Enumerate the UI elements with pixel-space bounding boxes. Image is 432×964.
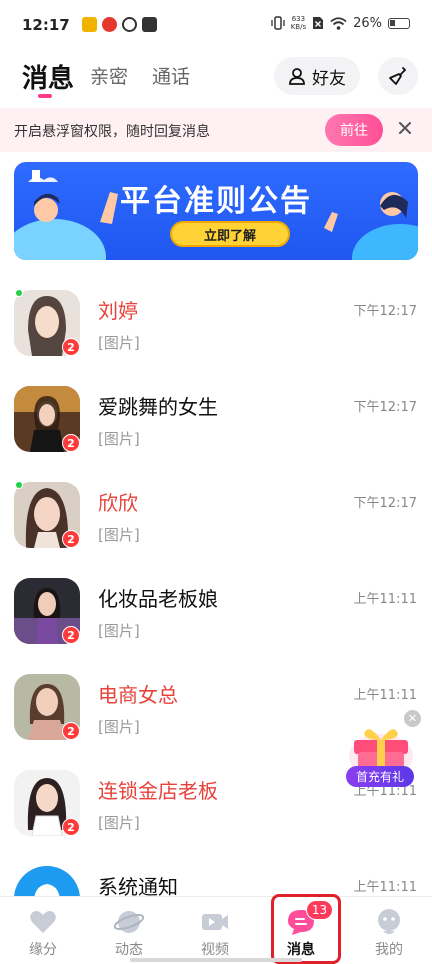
go-button[interactable]: 前往 [325,114,383,146]
heart-icon [30,911,56,933]
first-recharge-gift-label[interactable]: 首充有礼 [346,766,414,787]
message-time: 上午11:11 [353,592,417,607]
banner-title: 平台准则公告 [120,184,312,219]
conversation-item[interactable]: 2 爱跳舞的女生 [图片] 下午12:17 [0,372,432,468]
video-camera-icon [202,914,228,930]
bottom-nav: 缘分 动态 视频 消息 我的 [0,896,432,964]
permission-notice: 开启悬浮窗权限，随时回复消息 前往 [0,108,432,152]
message-preview: [图片] [98,334,140,352]
nav-label: 缘分 [29,942,57,958]
contact-name: 连锁金店老板 [98,779,218,803]
conversation-item[interactable]: 2 刘婷 [图片] 下午12:17 [0,276,432,372]
nav-video[interactable]: 视频 [172,897,258,964]
friends-label: 好友 [312,68,346,89]
message-preview: [图片] [98,622,140,640]
app-notification-icon [82,17,97,32]
friends-button[interactable]: 好友 [274,57,360,95]
nav-label: 我的 [375,942,403,958]
tab-calls[interactable]: 通话 [152,62,190,89]
message-time: 下午12:17 [353,304,417,319]
battery-icon [388,17,410,29]
status-time: 12:17 [22,16,70,34]
active-tab-indicator [38,94,52,98]
network-speed: 633 KB/s [290,15,307,31]
message-time: 上午11:11 [353,688,417,703]
wifi-icon [330,16,347,30]
contact-name: 刘婷 [98,299,138,323]
message-time: 上午11:11 [353,880,417,895]
gift-close-button[interactable]: ✕ [404,710,421,727]
sync-icon [122,17,137,32]
broom-icon [389,67,407,85]
header: 消息 亲密 通话 好友 [0,52,432,108]
nav-moments[interactable]: 动态 [86,897,172,964]
profile-icon [378,909,400,934]
highlight-box [271,894,341,964]
message-preview: [图片] [98,430,140,448]
contact-name: 化妆品老板娘 [98,587,218,611]
message-time: 下午12:17 [353,496,417,511]
notification-icons [82,17,157,32]
notice-text: 开启悬浮窗权限，随时回复消息 [14,124,210,140]
status-bar: 12:17 633 KB/s 26% [0,0,432,52]
vibrate-icon [271,16,285,30]
home-indicator[interactable] [130,958,302,962]
unread-badge: 2 [62,338,80,356]
message-preview: [图片] [98,718,140,736]
close-icon[interactable] [395,118,415,138]
contact-name: 欣欣 [98,491,138,515]
message-preview: [图片] [98,814,140,832]
nav-profile[interactable]: 我的 [346,897,432,964]
unread-badge: 2 [62,722,80,740]
nav-label: 动态 [115,942,143,958]
unread-badge: 2 [62,818,80,836]
learn-more-button[interactable]: 立即了解 [170,221,290,247]
nav-fate[interactable]: 缘分 [0,897,86,964]
announcement-banner[interactable]: 平台准则公告 立即了解 [14,162,418,260]
unread-badge: 2 [62,434,80,452]
unread-badge: 2 [62,626,80,644]
conversation-item[interactable]: 2 欣欣 [图片] 下午12:17 [0,468,432,564]
nav-label: 视频 [201,942,229,958]
message-preview: [图片] [98,526,140,544]
battery-percent: 26% [353,15,382,31]
tab-messages[interactable]: 消息 [22,58,74,95]
app-grid-icon [142,17,157,32]
unread-badge: 2 [62,530,80,548]
weibo-icon [102,17,117,32]
contact-name: 电商女总 [98,683,178,707]
no-sim-icon [313,17,324,29]
tab-intimate[interactable]: 亲密 [90,62,128,89]
planet-icon [114,911,144,933]
contact-name: 爱跳舞的女生 [98,395,218,419]
online-indicator [15,481,23,489]
message-time: 下午12:17 [353,400,417,415]
conversation-item[interactable]: 2 化妆品老板娘 [图片] 上午11:11 [0,564,432,660]
status-indicators: 633 KB/s 26% [271,15,410,31]
online-indicator [15,289,23,297]
clear-messages-button[interactable] [378,57,418,95]
person-icon [289,68,305,85]
